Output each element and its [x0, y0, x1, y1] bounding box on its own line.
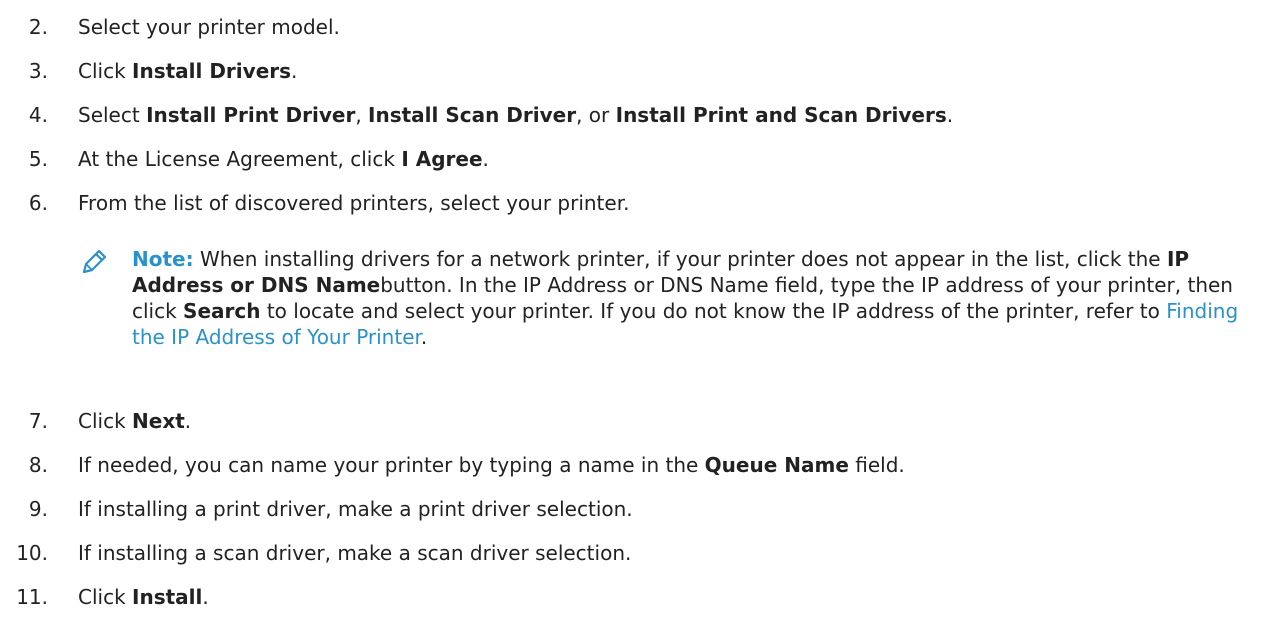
- step-number: 5.: [28, 147, 48, 171]
- step-text: Click Next.: [78, 409, 192, 433]
- step-number: 9.: [28, 497, 48, 521]
- step-text: Click Install Drivers.: [78, 59, 298, 83]
- step-number: 10.: [16, 541, 48, 565]
- step-number: 11.: [16, 585, 48, 609]
- step-number: 8.: [28, 453, 48, 477]
- pencil-icon: [78, 246, 114, 282]
- step-number: 7.: [28, 409, 48, 433]
- step-number: 2.: [28, 15, 48, 39]
- step-text: From the list of discovered printers, se…: [78, 191, 630, 215]
- instruction-steps: 2. Select your printer model. 3. Click I…: [0, 0, 1268, 620]
- step-text: Select your printer model.: [78, 15, 340, 39]
- step-text: If installing a print driver, make a pri…: [78, 497, 633, 521]
- step-number: 3.: [28, 59, 48, 83]
- step-text: Click Install.: [78, 585, 209, 609]
- step-text: At the License Agreement, click I Agree.: [78, 147, 489, 171]
- step-text: If installing a scan driver, make a scan…: [78, 541, 632, 565]
- step-text: Select Install Print Driver, Install Sca…: [78, 103, 954, 127]
- step-text: If needed, you can name your printer by …: [78, 453, 905, 477]
- step-number: 6.: [28, 191, 48, 215]
- step-number: 4.: [28, 103, 48, 127]
- note-text: Note: When installing drivers for a netw…: [132, 247, 1239, 349]
- note-label: Note:: [132, 247, 194, 271]
